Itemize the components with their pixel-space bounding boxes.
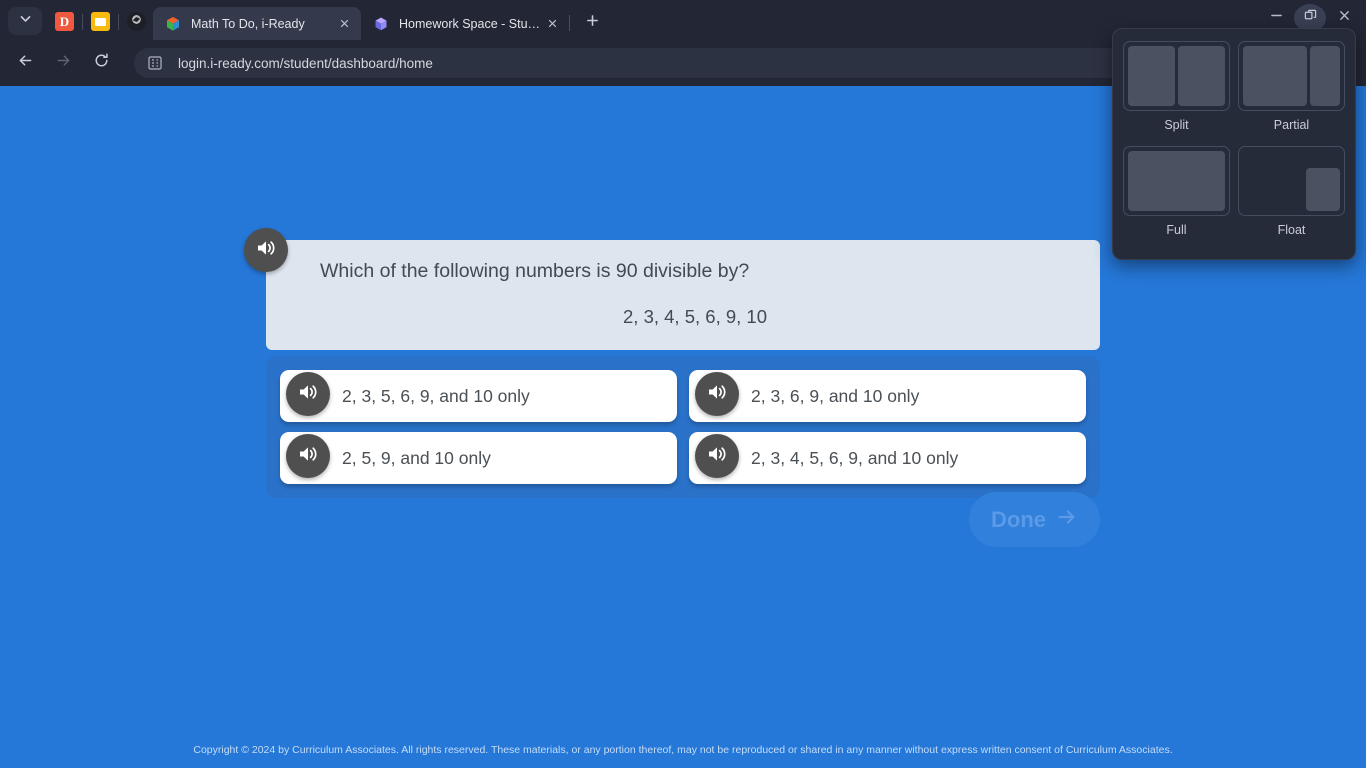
answer-option-3[interactable]: 2, 5, 9, and 10 only	[280, 432, 677, 485]
pinned-app-openai[interactable]	[127, 12, 146, 31]
answer-audio-button[interactable]	[286, 372, 330, 417]
layout-option-label: Full	[1166, 223, 1187, 237]
tab-homework-space-studyx[interactable]: Homework Space - StudyX	[361, 7, 569, 40]
address-bar-url: login.i-ready.com/student/dashboard/home	[178, 55, 433, 71]
answer-option-label: 2, 3, 5, 6, 9, and 10 only	[342, 385, 530, 406]
institution-icon	[146, 54, 164, 72]
tab-math-to-do-iready[interactable]: Math To Do, i-Ready	[153, 7, 361, 40]
pinned-app-notes[interactable]	[91, 12, 110, 31]
chevron-down-icon	[19, 12, 32, 30]
pinned-app-d[interactable]: D	[55, 12, 74, 31]
speaker-icon	[296, 380, 320, 409]
answer-audio-button[interactable]	[286, 434, 330, 479]
layout-option-label: Split	[1164, 118, 1189, 132]
forward-button[interactable]	[48, 48, 78, 78]
layout-option-partial[interactable]: Partial	[1238, 41, 1345, 142]
speaker-icon	[296, 442, 320, 471]
quiz-container: Which of the following numbers is 90 div…	[244, 228, 1100, 499]
layout-option-float[interactable]: Float	[1238, 146, 1345, 247]
answer-option-4[interactable]: 2, 3, 4, 5, 6, 9, and 10 only	[689, 432, 1086, 485]
reload-button[interactable]	[86, 48, 116, 78]
layout-option-split[interactable]: Split	[1123, 41, 1230, 142]
openai-icon	[130, 13, 143, 31]
iready-favicon-icon	[165, 16, 181, 32]
speaker-icon	[705, 380, 729, 409]
copyright-footer: Copyright © 2024 by Curriculum Associate…	[193, 744, 1173, 756]
pinned-divider	[118, 14, 119, 30]
reload-icon	[93, 52, 110, 74]
answer-audio-button[interactable]	[695, 434, 739, 479]
done-button-label: Done	[991, 506, 1046, 532]
tab-divider	[569, 15, 570, 31]
question-audio-button[interactable]	[244, 228, 288, 272]
close-icon	[1338, 9, 1351, 27]
answer-audio-button[interactable]	[695, 372, 739, 417]
speaker-icon	[254, 236, 278, 265]
answer-option-label: 2, 5, 9, and 10 only	[342, 447, 491, 468]
answer-option-label: 2, 3, 4, 5, 6, 9, and 10 only	[751, 447, 959, 468]
arrow-right-icon	[1056, 506, 1078, 533]
done-button-row: Done	[266, 492, 1100, 547]
studyx-favicon-icon	[373, 16, 389, 32]
back-button[interactable]	[10, 48, 40, 78]
layout-option-full[interactable]: Full	[1123, 146, 1230, 247]
tab-close-button[interactable]	[335, 15, 353, 33]
partial-layout-icon	[1238, 41, 1345, 111]
tab-title: Homework Space - StudyX	[399, 16, 543, 31]
back-arrow-icon	[17, 52, 34, 74]
done-button[interactable]: Done	[969, 492, 1100, 547]
tab-search-chevron-button[interactable]	[8, 7, 42, 35]
tab-close-button[interactable]	[543, 15, 561, 33]
new-tab-button[interactable]	[578, 9, 606, 37]
answer-option-label: 2, 3, 6, 9, and 10 only	[751, 385, 920, 406]
layout-option-label: Partial	[1273, 118, 1310, 132]
tab-title: Math To Do, i-Ready	[191, 16, 305, 31]
answer-option-2[interactable]: 2, 3, 6, 9, and 10 only	[689, 370, 1086, 423]
window-layout-menu: Split Partial Full Float	[1112, 28, 1356, 260]
question-text: Which of the following numbers is 90 div…	[320, 260, 750, 282]
answer-option-1[interactable]: 2, 3, 5, 6, 9, and 10 only	[280, 370, 677, 423]
forward-arrow-icon	[55, 52, 72, 74]
plus-icon	[586, 14, 599, 32]
full-layout-icon	[1123, 146, 1230, 216]
layout-option-label: Float	[1277, 223, 1306, 237]
question-card: Which of the following numbers is 90 div…	[244, 228, 1100, 351]
float-layout-icon	[1238, 146, 1345, 216]
minimize-icon	[1270, 9, 1283, 27]
split-layout-icon	[1123, 41, 1230, 111]
answer-options-panel: 2, 3, 5, 6, 9, and 10 only 2, 3, 6, 9, a…	[266, 356, 1100, 499]
question-numbers: 2, 3, 4, 5, 6, 9, 10	[623, 306, 767, 328]
speaker-icon	[705, 442, 729, 471]
window-layout-icon	[1304, 9, 1317, 27]
pinned-divider	[82, 14, 83, 30]
